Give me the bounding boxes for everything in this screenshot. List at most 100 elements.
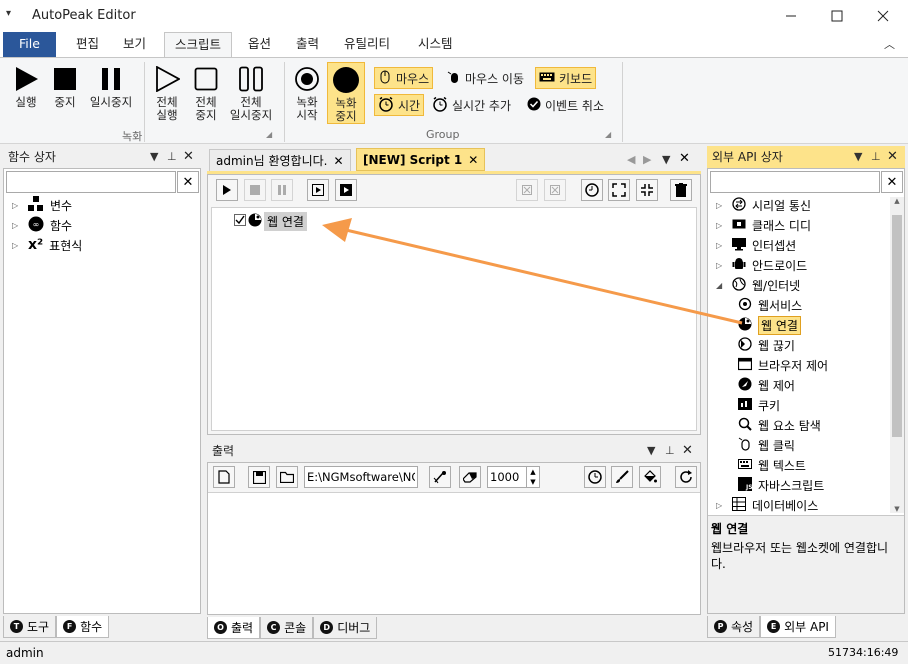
expand-icon[interactable]: ▷ — [12, 241, 22, 250]
api-search-input[interactable] — [710, 171, 880, 193]
pause-button[interactable]: 일시중지 — [86, 64, 136, 109]
tab-functions[interactable]: F 함수 — [56, 616, 110, 638]
scroll-left-icon[interactable]: ◀ — [627, 153, 635, 166]
api-tree-item[interactable]: ◢ 웹/인터넷 — [716, 275, 800, 295]
tab-system[interactable]: 시스템 — [408, 32, 463, 57]
api-tree-item[interactable]: 웹 클릭 — [738, 435, 795, 455]
script-item-web-connect[interactable]: 웹 연결 — [234, 212, 307, 231]
api-tree-scrollbar[interactable]: ▲ ▼ — [890, 197, 904, 513]
tab-tools[interactable]: T 도구 — [3, 616, 57, 638]
refresh-button[interactable] — [675, 466, 697, 488]
expand-icon[interactable]: ▷ — [12, 201, 22, 210]
run-all-button[interactable]: 전체 실행 — [148, 64, 186, 122]
delete-item-button[interactable] — [516, 179, 538, 201]
history-button[interactable] — [581, 179, 603, 201]
close-icon[interactable]: ✕ — [183, 146, 194, 168]
pin-icon[interactable]: ⊥ — [871, 146, 881, 168]
dropdown-icon[interactable]: ▼ — [150, 146, 158, 168]
stop-button[interactable]: 중지 — [48, 64, 82, 109]
api-tree-item[interactable]: 웹 텍스트 — [738, 455, 806, 475]
close-button[interactable] — [860, 0, 906, 32]
tab-properties[interactable]: P 속성 — [707, 616, 761, 638]
dropdown-icon[interactable]: ▼ — [647, 440, 655, 462]
expand-icon[interactable]: ▷ — [716, 241, 726, 250]
api-tree-item[interactable]: 쿠키 — [738, 395, 780, 415]
close-icon[interactable]: ✕ — [682, 440, 693, 462]
record-stop-button[interactable]: 녹화 중지 — [327, 62, 365, 124]
delete-all-button[interactable] — [544, 179, 566, 201]
new-log-button[interactable] — [213, 466, 235, 488]
tab-view[interactable]: 보기 — [113, 32, 156, 57]
log-path-input[interactable] — [304, 466, 418, 488]
api-tree-item[interactable]: 웹 제어 — [738, 375, 795, 395]
api-tree-item[interactable]: ▷ 시리얼 통신 — [716, 195, 811, 215]
api-tree-item[interactable]: 브라우저 제어 — [737, 355, 828, 375]
time-toggle[interactable]: 시간 — [374, 94, 425, 116]
line-limit-spinner[interactable]: ▲ ▼ — [527, 466, 540, 488]
api-tree-item[interactable]: ▷ 클래스 디디 — [716, 215, 811, 235]
tab-script[interactable]: 스크립트 — [164, 32, 233, 58]
tab-options[interactable]: 옵션 — [238, 32, 281, 57]
tab-script-1[interactable]: [NEW] Script 1 ✕ — [356, 148, 486, 171]
clear-search-button[interactable]: ✕ — [177, 171, 199, 193]
maximize-button[interactable] — [814, 0, 860, 32]
pause-script-button[interactable] — [271, 179, 293, 201]
api-tree-item[interactable]: ▷ 데이터베이스 — [716, 495, 818, 515]
dropdown-icon[interactable]: ▼ — [854, 146, 862, 168]
file-tab[interactable]: File — [3, 32, 56, 57]
fill-color-button[interactable] — [639, 466, 661, 488]
tab-output-log[interactable]: O 출력 — [207, 617, 261, 639]
tree-item-variable[interactable]: ▷ 변수 — [12, 195, 72, 215]
realtime-add-toggle[interactable]: 실시간 추가 — [429, 94, 514, 116]
pin-icon[interactable]: ⊥ — [167, 146, 177, 168]
api-tree-item[interactable]: 웹서비스 — [738, 295, 802, 315]
mouse-toggle[interactable]: 마우스 — [374, 67, 434, 89]
expand-icon[interactable]: ▷ — [716, 221, 726, 230]
tab-external-api[interactable]: E 외부 API — [760, 616, 836, 638]
api-tree-item[interactable]: ▷ 안드로이드 — [716, 255, 807, 275]
close-tab-icon[interactable]: ✕ — [333, 154, 343, 168]
stop-script-button[interactable] — [244, 179, 266, 201]
checkbox-icon[interactable] — [234, 214, 246, 229]
api-tree-item[interactable]: 웹 끊기 — [738, 335, 795, 355]
tree-item-expression[interactable]: ▷ x² 표현식 — [12, 235, 82, 255]
scroll-right-icon[interactable]: ▶ — [643, 153, 651, 166]
clean-button[interactable] — [429, 466, 451, 488]
expand-icon[interactable]: ▷ — [12, 221, 22, 230]
record-start-button[interactable]: 녹화 시작 — [290, 64, 324, 122]
group-launcher-icon[interactable]: ◢ — [605, 130, 611, 139]
quick-access-menu-icon[interactable]: ▾ — [6, 8, 11, 19]
clear-search-button[interactable]: ✕ — [881, 171, 903, 193]
stop-all-button[interactable]: 전체 중지 — [188, 64, 224, 122]
run-script-button[interactable] — [216, 179, 238, 201]
tab-debug[interactable]: D 디버그 — [313, 617, 378, 639]
brush-button[interactable] — [611, 466, 633, 488]
function-search-input[interactable] — [6, 171, 176, 193]
pause-all-button[interactable]: 전체 일시중지 — [226, 64, 276, 122]
api-tree-item[interactable]: JS 자바스크립트 — [738, 475, 824, 495]
pin-icon[interactable]: ⊥ — [665, 440, 675, 462]
expand-all-button[interactable] — [608, 179, 630, 201]
collapse-all-button[interactable] — [636, 179, 658, 201]
mouse-move-toggle[interactable]: 마우스 이동 — [444, 67, 527, 89]
api-tree-item[interactable]: 웹 연결 — [738, 315, 801, 335]
output-log-area[interactable] — [208, 492, 700, 614]
tree-item-function[interactable]: ▷ ∞ 함수 — [12, 215, 72, 235]
minimize-button[interactable] — [768, 0, 814, 32]
close-icon[interactable]: ✕ — [679, 151, 690, 166]
tab-edit[interactable]: 편집 — [66, 32, 109, 57]
tab-welcome[interactable]: admin님 환영합니다. ✕ — [209, 149, 351, 172]
expand-icon[interactable]: ▷ — [716, 201, 726, 210]
line-limit-input[interactable] — [487, 466, 527, 488]
script-canvas[interactable]: 웹 연결 — [211, 207, 697, 431]
expand-icon[interactable]: ▷ — [716, 261, 726, 270]
tab-utility[interactable]: 유틸리티 — [334, 32, 400, 57]
run-all-frame-button[interactable] — [335, 179, 357, 201]
api-tree-item[interactable]: ▷ 인터셉션 — [716, 235, 796, 255]
clear-script-button[interactable] — [670, 179, 692, 201]
timestamp-button[interactable] — [584, 466, 606, 488]
record-group-launcher-icon[interactable]: ◢ — [266, 130, 272, 139]
expand-icon[interactable]: ◢ — [716, 281, 726, 290]
event-cancel-toggle[interactable]: 이벤트 취소 — [524, 94, 607, 116]
api-tree-item[interactable]: 웹 요소 탐색 — [738, 415, 821, 435]
